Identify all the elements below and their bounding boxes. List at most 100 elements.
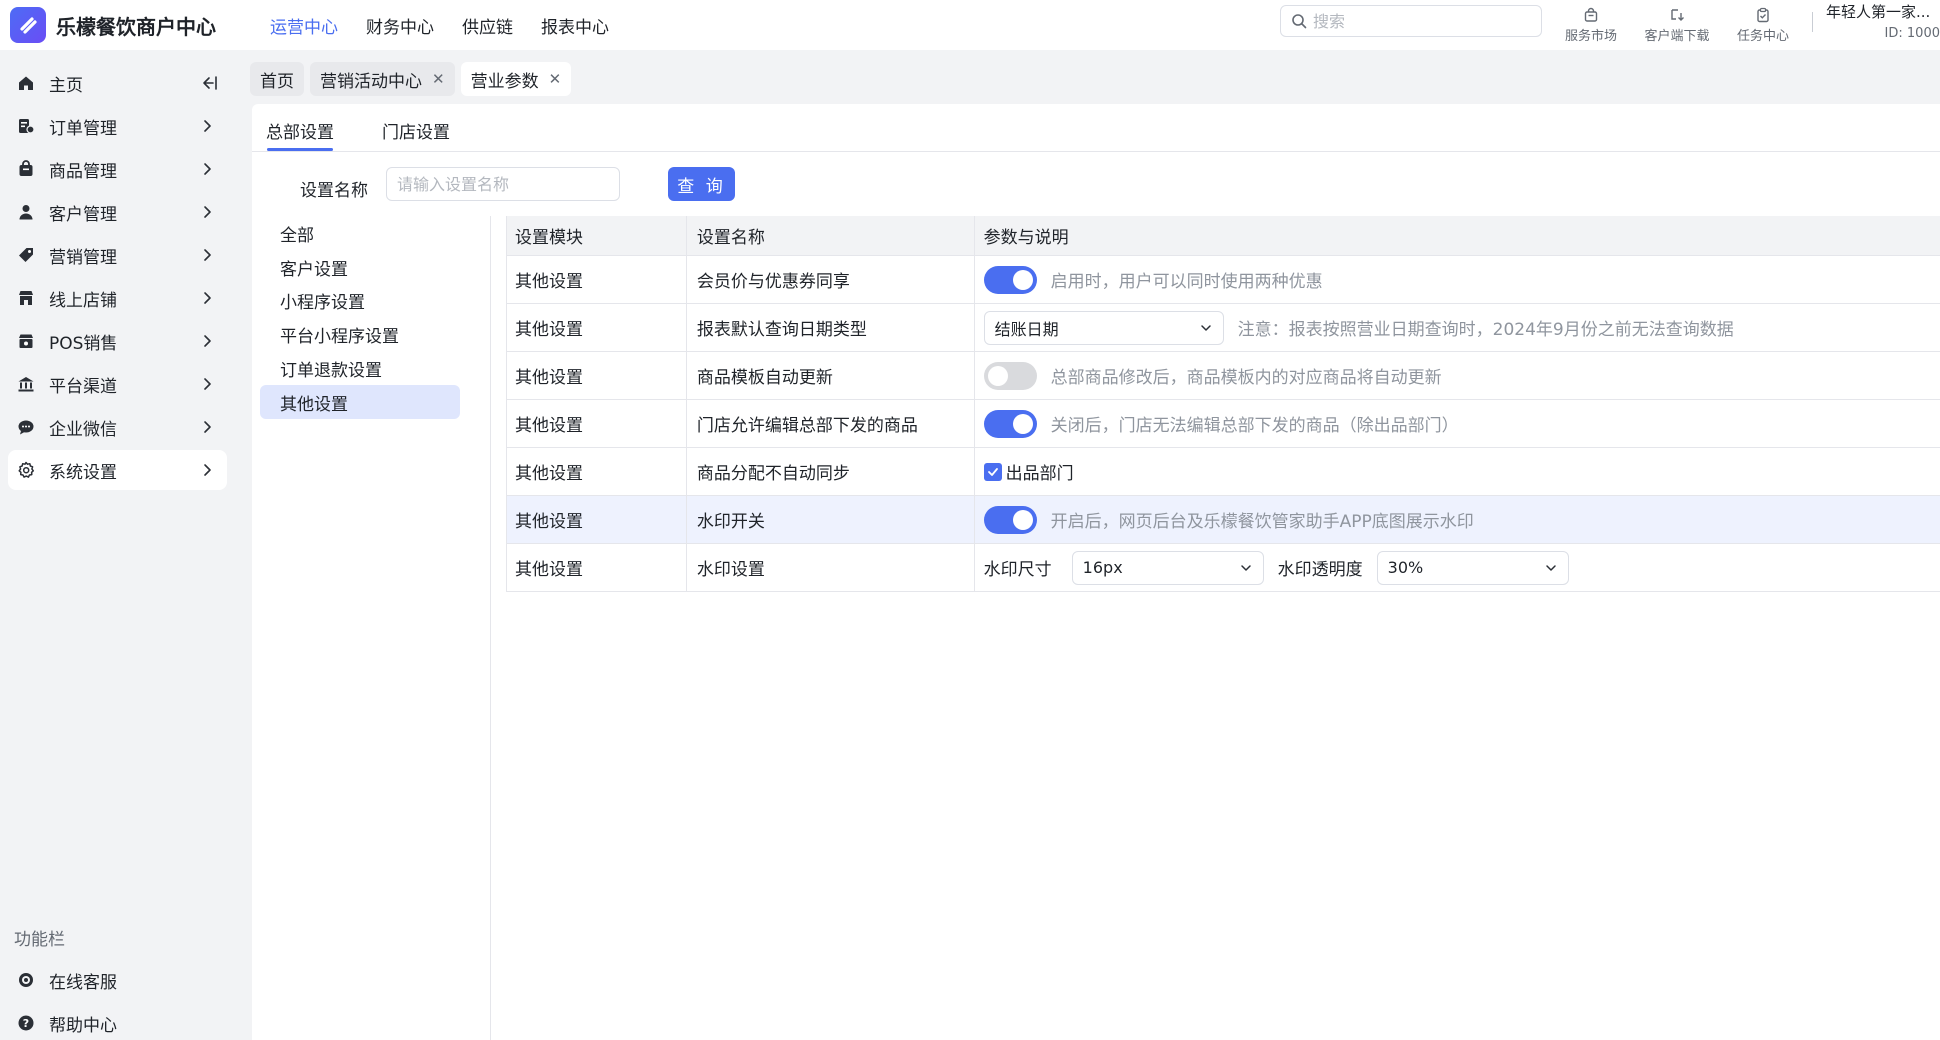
store-icon xyxy=(16,288,36,308)
goods-icon xyxy=(16,159,36,179)
topnav-operations[interactable]: 运营中心 xyxy=(270,13,338,38)
close-icon[interactable]: ✕ xyxy=(549,70,562,88)
app-logo[interactable]: 乐檬餐饮商户中心 xyxy=(10,7,260,43)
client-download-button[interactable]: 客户端下载 xyxy=(1634,0,1720,50)
module-cell: 其他设置 xyxy=(507,496,687,543)
sidebar-item-customers[interactable]: 客户管理 xyxy=(8,192,227,232)
params-cell: 总部商品修改后，商品模板内的对应商品将自动更新 xyxy=(975,352,1940,399)
chevron-down-icon xyxy=(1545,564,1556,571)
account-menu[interactable]: 年轻人第一家... ID: 1000 xyxy=(1826,1,1940,41)
query-button[interactable]: 查 询 xyxy=(668,167,735,201)
template-auto-update-switch[interactable] xyxy=(983,361,1037,390)
module-cell: 其他设置 xyxy=(507,400,687,447)
chevron-right-icon xyxy=(197,245,217,270)
module-cell: 其他设置 xyxy=(507,256,687,303)
sidebar-item-marketing[interactable]: 营销管理 xyxy=(8,235,227,275)
global-search[interactable] xyxy=(1280,5,1542,37)
category-miniprogram[interactable]: 小程序设置 xyxy=(260,283,460,317)
account-id: ID: 1000 xyxy=(1884,26,1940,41)
sidebar-item-orders[interactable]: 订单管理 xyxy=(8,106,227,146)
member-coupon-switch[interactable] xyxy=(983,265,1037,294)
select-value: 30% xyxy=(1387,558,1424,577)
page-tab-label: 首页 xyxy=(260,71,294,92)
table-row: 其他设置 商品模板自动更新 总部商品修改后，商品模板内的对应商品将自动更新 xyxy=(507,352,1940,400)
select-value: 16px xyxy=(1082,558,1123,577)
tab-hq-settings[interactable]: 总部设置 xyxy=(266,118,334,143)
settings-table: 设置模块 设置名称 参数与说明 其他设置 会员价与优惠券同享 启用时，用户可以同… xyxy=(506,216,1940,592)
sidebar-item-label: 系统设置 xyxy=(49,462,117,483)
params-cell: 开启后，网页后台及乐檬餐饮管家助手APP底图展示水印 xyxy=(975,496,1940,543)
tab-store-settings[interactable]: 门店设置 xyxy=(382,118,450,143)
page-tab-label: 营业参数 xyxy=(470,71,539,92)
page-tab-home[interactable]: 首页 xyxy=(250,62,304,96)
tag-icon xyxy=(16,245,36,265)
sidebar-item-label: 线上店铺 xyxy=(49,290,117,311)
sidebar-item-label: 主页 xyxy=(49,75,83,96)
sidebar-item-home[interactable]: 主页 xyxy=(8,63,227,103)
page-tab-business-params[interactable]: 营业参数 ✕ xyxy=(460,62,572,96)
sidebar-item-label: 客户管理 xyxy=(49,204,117,225)
service-market-button[interactable]: 服务市场 xyxy=(1548,0,1634,50)
sidebar-item-goods[interactable]: 商品管理 xyxy=(8,149,227,189)
params-cell: 水印尺寸 16px 水印透明度 30% xyxy=(975,544,1940,591)
task-center-button[interactable]: 任务中心 xyxy=(1720,0,1806,50)
watermark-switch[interactable] xyxy=(983,505,1037,534)
store-edit-hq-goods-switch[interactable] xyxy=(983,409,1037,438)
watermark-size-select[interactable]: 16px xyxy=(1071,550,1264,585)
divider xyxy=(490,216,491,1040)
sidebar-item-platform-channel[interactable]: 平台渠道 xyxy=(8,364,227,404)
order-icon xyxy=(16,116,36,136)
topnav-reports[interactable]: 报表中心 xyxy=(541,13,609,38)
checkbox-label: 出品部门 xyxy=(1005,464,1074,484)
topnav-supply-chain[interactable]: 供应链 xyxy=(462,13,513,38)
sidebar-item-label: 营销管理 xyxy=(49,247,117,268)
params-cell: 结账日期 注意：报表按照营业日期查询时，2024年9月份之前无法查询数据 xyxy=(975,304,1940,351)
sidebar-item-label: 在线客服 xyxy=(49,972,117,993)
logo-icon xyxy=(10,7,46,43)
table-row: 其他设置 门店允许编辑总部下发的商品 关闭后，门店无法编辑总部下发的商品（除出品… xyxy=(507,400,1940,448)
chevron-right-icon xyxy=(197,288,217,313)
chevron-right-icon xyxy=(197,116,217,141)
category-other[interactable]: 其他设置 xyxy=(260,385,460,419)
sidebar-item-online-support[interactable]: 在线客服 xyxy=(8,960,227,1000)
description-text: 开启后，网页后台及乐檬餐饮管家助手APP底图展示水印 xyxy=(1050,512,1474,532)
chevron-right-icon xyxy=(197,417,217,442)
name-cell: 水印设置 xyxy=(687,544,975,591)
name-cell: 商品分配不自动同步 xyxy=(687,448,975,495)
select-value: 结账日期 xyxy=(994,319,1059,339)
category-all[interactable]: 全部 xyxy=(260,216,460,250)
module-cell: 其他设置 xyxy=(507,352,687,399)
report-date-type-select[interactable]: 结账日期 xyxy=(983,310,1224,345)
category-customer[interactable]: 客户设置 xyxy=(260,250,460,284)
category-platform-miniprogram[interactable]: 平台小程序设置 xyxy=(260,317,460,351)
params-cell: 关闭后，门店无法编辑总部下发的商品（除出品部门） xyxy=(975,400,1940,447)
description-text: 关闭后，门店无法编辑总部下发的商品（除出品部门） xyxy=(1050,416,1459,436)
sidebar-item-online-store[interactable]: 线上店铺 xyxy=(8,278,227,318)
sidebar-item-label: 平台渠道 xyxy=(49,376,117,397)
name-cell: 商品模板自动更新 xyxy=(687,352,975,399)
search-input[interactable] xyxy=(1313,11,1513,31)
watermark-opacity-select[interactable]: 30% xyxy=(1376,550,1569,585)
column-header-params: 参数与说明 xyxy=(983,228,1069,248)
production-dept-checkbox[interactable] xyxy=(983,462,1002,481)
collapse-sidebar-icon[interactable] xyxy=(199,73,219,98)
watermark-size-label: 水印尺寸 xyxy=(983,560,1052,580)
name-cell: 报表默认查询日期类型 xyxy=(687,304,975,351)
sidebar-item-help-center[interactable]: ? 帮助中心 xyxy=(8,1003,227,1040)
account-name: 年轻人第一家... xyxy=(1826,3,1931,21)
service-market-label: 服务市场 xyxy=(1564,28,1617,44)
page-tab-marketing-center[interactable]: 营销活动中心 ✕ xyxy=(310,62,455,96)
description-text: 注意：报表按照营业日期查询时，2024年9月份之前无法查询数据 xyxy=(1237,320,1734,340)
chevron-right-icon xyxy=(197,460,217,485)
sidebar-item-wecom[interactable]: 企业微信 xyxy=(8,407,227,447)
sidebar-item-pos-sales[interactable]: POS销售 xyxy=(8,321,227,361)
topnav-finance[interactable]: 财务中心 xyxy=(366,13,434,38)
check-icon xyxy=(987,467,998,476)
sidebar-item-system-settings[interactable]: 系统设置 xyxy=(8,450,227,490)
close-icon[interactable]: ✕ xyxy=(432,70,445,88)
setting-name-input[interactable] xyxy=(386,167,620,201)
table-row: 其他设置 水印设置 水印尺寸 16px 水印透明度 30% xyxy=(507,544,1940,592)
category-order-refund[interactable]: 订单退款设置 xyxy=(260,351,460,385)
description-text: 总部商品修改后，商品模板内的对应商品将自动更新 xyxy=(1050,368,1442,388)
pos-icon xyxy=(16,331,36,351)
